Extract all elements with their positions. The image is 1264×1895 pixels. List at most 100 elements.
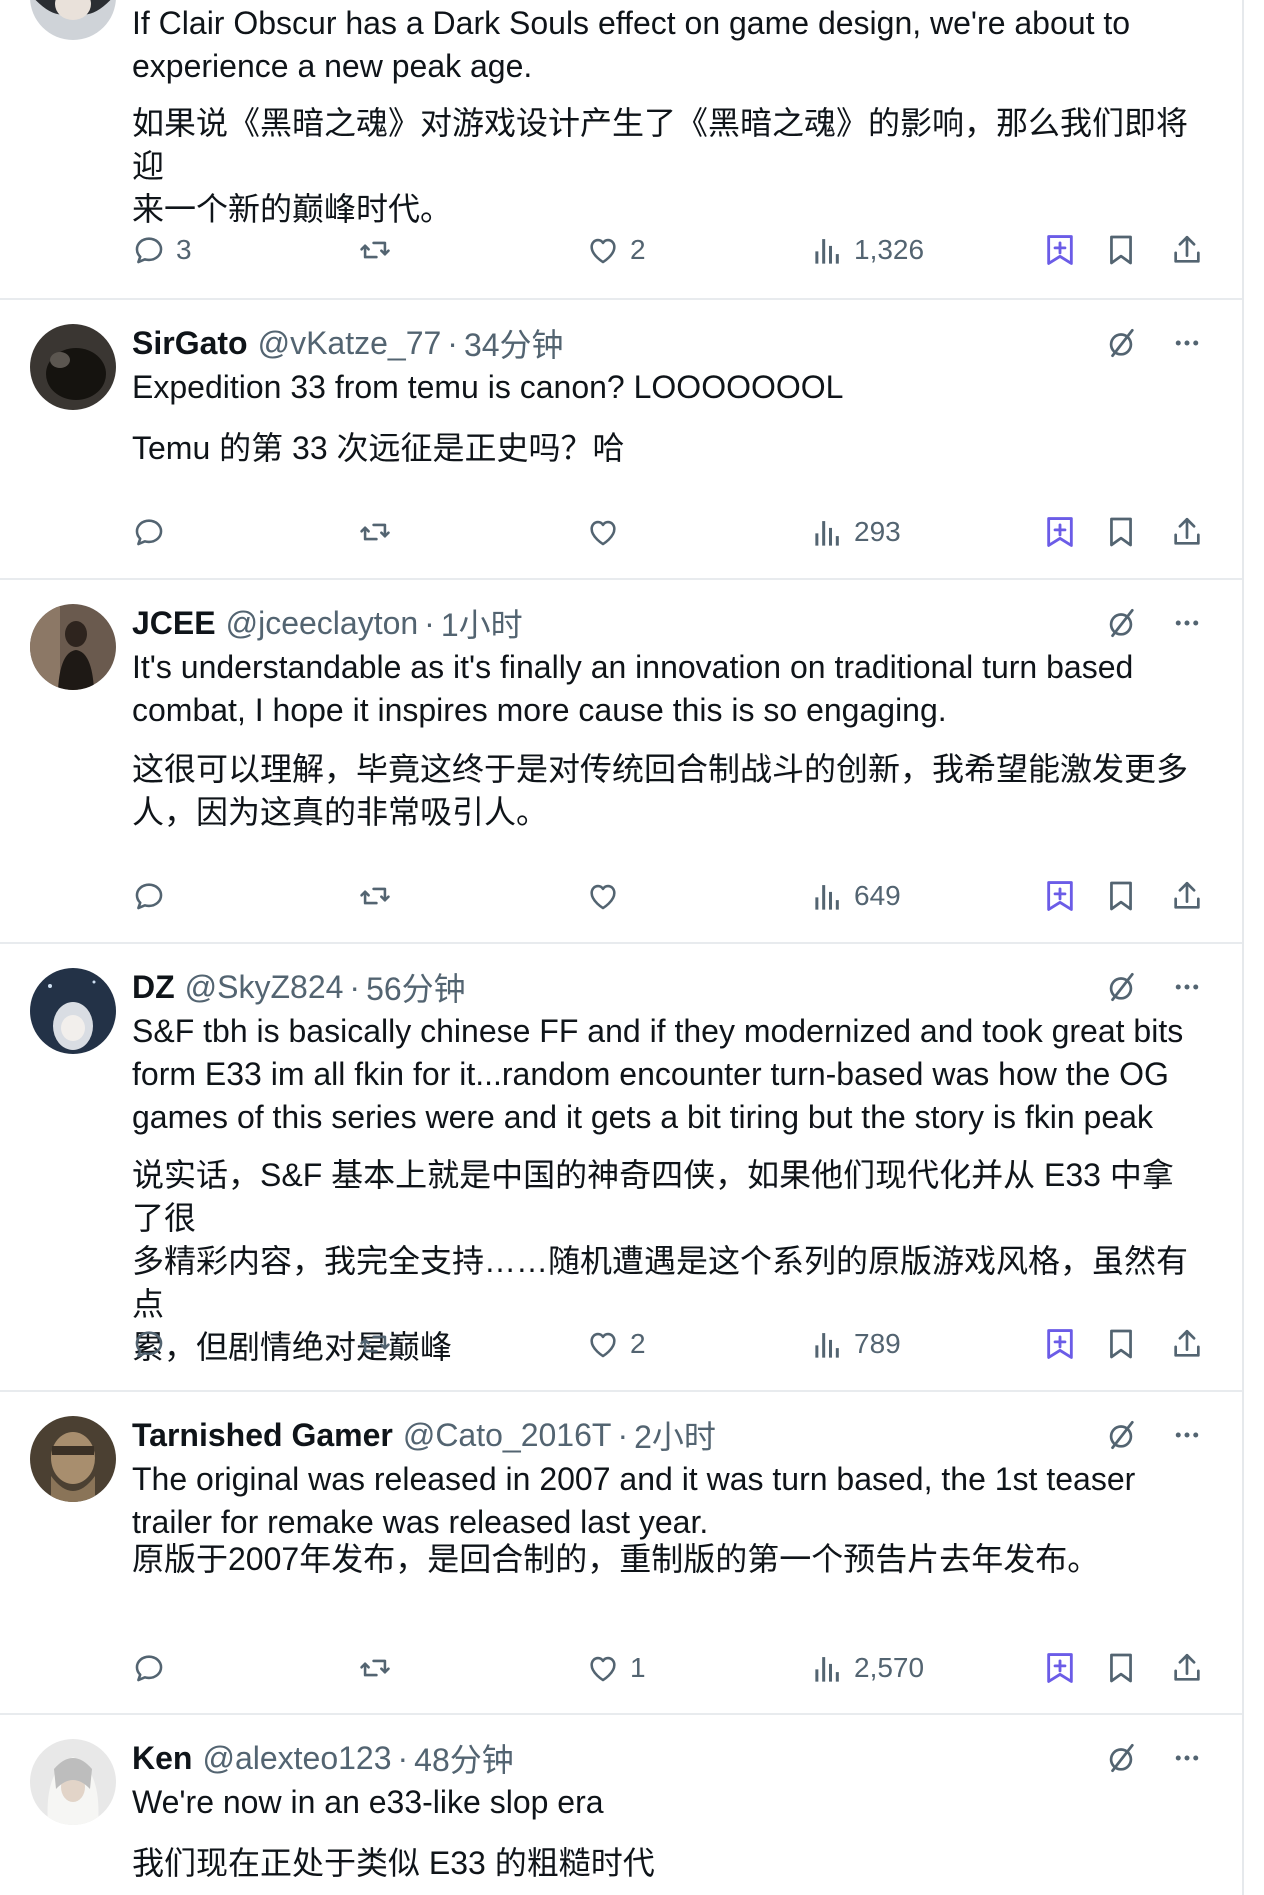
translate-button[interactable] xyxy=(1104,326,1138,360)
translate-button[interactable] xyxy=(1104,606,1138,640)
retweet-button[interactable] xyxy=(358,1322,402,1366)
likes-count: 2 xyxy=(630,1328,646,1359)
retweet-button[interactable] xyxy=(358,874,402,918)
user-handle[interactable]: @alexteo123 xyxy=(202,1740,391,1777)
likes-count: 1 xyxy=(630,1652,646,1683)
share-button[interactable] xyxy=(1170,228,1204,272)
timestamp[interactable]: 1小时 xyxy=(441,600,523,646)
share-button[interactable] xyxy=(1170,510,1204,554)
like-button[interactable]: 2 xyxy=(586,228,646,272)
display-name[interactable]: SirGato xyxy=(132,325,248,362)
avatar[interactable] xyxy=(30,324,116,410)
reply-button[interactable] xyxy=(132,1322,176,1366)
timestamp[interactable]: 2小时 xyxy=(634,1412,716,1458)
bookmark-button[interactable] xyxy=(1106,1322,1136,1366)
share-icon xyxy=(1170,233,1204,267)
user-handle[interactable]: @Cato_2016T xyxy=(403,1417,612,1454)
reply-icon xyxy=(132,879,166,913)
bookmark-button[interactable] xyxy=(1106,874,1136,918)
like-button[interactable] xyxy=(586,874,630,918)
views-button[interactable]: 649 xyxy=(814,874,901,918)
user-handle[interactable]: @jceeclayton xyxy=(226,605,419,642)
retweet-button[interactable] xyxy=(358,1646,402,1690)
grok-button[interactable] xyxy=(1044,510,1076,554)
share-icon xyxy=(1170,879,1204,913)
avatar[interactable] xyxy=(30,968,116,1054)
bookmark-icon xyxy=(1106,879,1136,913)
more-button[interactable] xyxy=(1172,606,1202,640)
tweet-2[interactable]: JCEE @jceeclayton · 1小时 It's understanda… xyxy=(0,580,1242,944)
views-button[interactable]: 293 xyxy=(814,510,901,554)
avatar[interactable] xyxy=(30,1416,116,1502)
more-button[interactable] xyxy=(1172,1741,1202,1775)
tweet-0[interactable]: If Clair Obscur has a Dark Souls effect … xyxy=(0,0,1242,300)
tweet-4[interactable]: Tarnished Gamer @Cato_2016T · 2小时 The or… xyxy=(0,1392,1242,1715)
views-button[interactable]: 789 xyxy=(814,1322,901,1366)
tweet-text: It's understandable as it's finally an i… xyxy=(132,649,1134,728)
more-icon xyxy=(1172,606,1202,640)
grok-button[interactable] xyxy=(1044,228,1076,272)
share-icon xyxy=(1170,1327,1204,1361)
like-button[interactable]: 2 xyxy=(586,1322,646,1366)
tweet-text: If Clair Obscur has a Dark Souls effect … xyxy=(132,5,1131,84)
timestamp[interactable]: 56分钟 xyxy=(366,964,466,1010)
share-button[interactable] xyxy=(1170,1646,1204,1690)
like-button[interactable] xyxy=(586,510,630,554)
action-bar: 3 2 1,326 xyxy=(132,228,1222,272)
display-name[interactable]: DZ xyxy=(132,969,175,1006)
avatar[interactable] xyxy=(30,0,116,40)
display-name[interactable]: Ken xyxy=(132,1740,192,1777)
more-icon xyxy=(1172,1741,1202,1775)
reply-button[interactable] xyxy=(132,510,176,554)
display-name[interactable]: Tarnished Gamer xyxy=(132,1417,393,1454)
user-handle[interactable]: @vKatze_77 xyxy=(258,325,442,362)
user-handle[interactable]: @SkyZ824 xyxy=(185,969,344,1006)
tweet-text: The original was released in 2007 and it… xyxy=(132,1461,1136,1540)
tweet-top-actions xyxy=(1104,600,1202,646)
action-bar: 649 xyxy=(132,874,1222,918)
bookmark-button[interactable] xyxy=(1106,1646,1136,1690)
translate-button[interactable] xyxy=(1104,1418,1138,1452)
tweet-3[interactable]: DZ @SkyZ824 · 56分钟 S&F tbh is basically … xyxy=(0,944,1242,1392)
tweet-5[interactable]: Ken @alexteo123 · 48分钟 We're now in an e… xyxy=(0,1715,1242,1895)
share-button[interactable] xyxy=(1170,1322,1204,1366)
views-count: 789 xyxy=(854,1328,901,1359)
reply-icon xyxy=(132,233,166,267)
reply-button[interactable]: 3 xyxy=(132,228,192,272)
heart-icon xyxy=(586,879,620,913)
translate-button[interactable] xyxy=(1104,970,1138,1004)
tweet-header: SirGato @vKatze_77 · 34分钟 xyxy=(132,320,1222,366)
more-button[interactable] xyxy=(1172,970,1202,1004)
timestamp[interactable]: 34分钟 xyxy=(464,320,564,366)
views-button[interactable]: 1,326 xyxy=(814,228,924,272)
like-button[interactable]: 1 xyxy=(586,1646,646,1690)
avatar[interactable] xyxy=(30,604,116,690)
reply-button[interactable] xyxy=(132,874,176,918)
share-button[interactable] xyxy=(1170,874,1204,918)
tweet-translation: 我们现在正处于类似 E33 的粗糙时代 xyxy=(132,1845,655,1881)
translate-button[interactable] xyxy=(1104,1741,1138,1775)
more-icon xyxy=(1172,326,1202,360)
grok-button[interactable] xyxy=(1044,874,1076,918)
grok-button[interactable] xyxy=(1044,1322,1076,1366)
views-button[interactable]: 2,570 xyxy=(814,1646,924,1690)
more-button[interactable] xyxy=(1172,1418,1202,1452)
tweet-1[interactable]: SirGato @vKatze_77 · 34分钟 Expedition 33 … xyxy=(0,300,1242,580)
grok-button[interactable] xyxy=(1044,1646,1076,1690)
heart-icon xyxy=(586,515,620,549)
translate-icon xyxy=(1104,606,1138,640)
timestamp[interactable]: 48分钟 xyxy=(414,1735,514,1781)
bookmark-button[interactable] xyxy=(1106,228,1136,272)
bookmark-button[interactable] xyxy=(1106,510,1136,554)
retweet-button[interactable] xyxy=(358,510,402,554)
reply-button[interactable] xyxy=(132,1646,176,1690)
views-count: 2,570 xyxy=(854,1652,925,1683)
retweet-icon xyxy=(358,1651,392,1685)
display-name[interactable]: JCEE xyxy=(132,605,216,642)
more-button[interactable] xyxy=(1172,326,1202,360)
views-count: 293 xyxy=(854,516,901,547)
avatar[interactable] xyxy=(30,1739,116,1825)
likes-count: 2 xyxy=(630,234,646,265)
retweet-button[interactable] xyxy=(358,228,402,272)
separator-dot: · xyxy=(349,968,361,1005)
